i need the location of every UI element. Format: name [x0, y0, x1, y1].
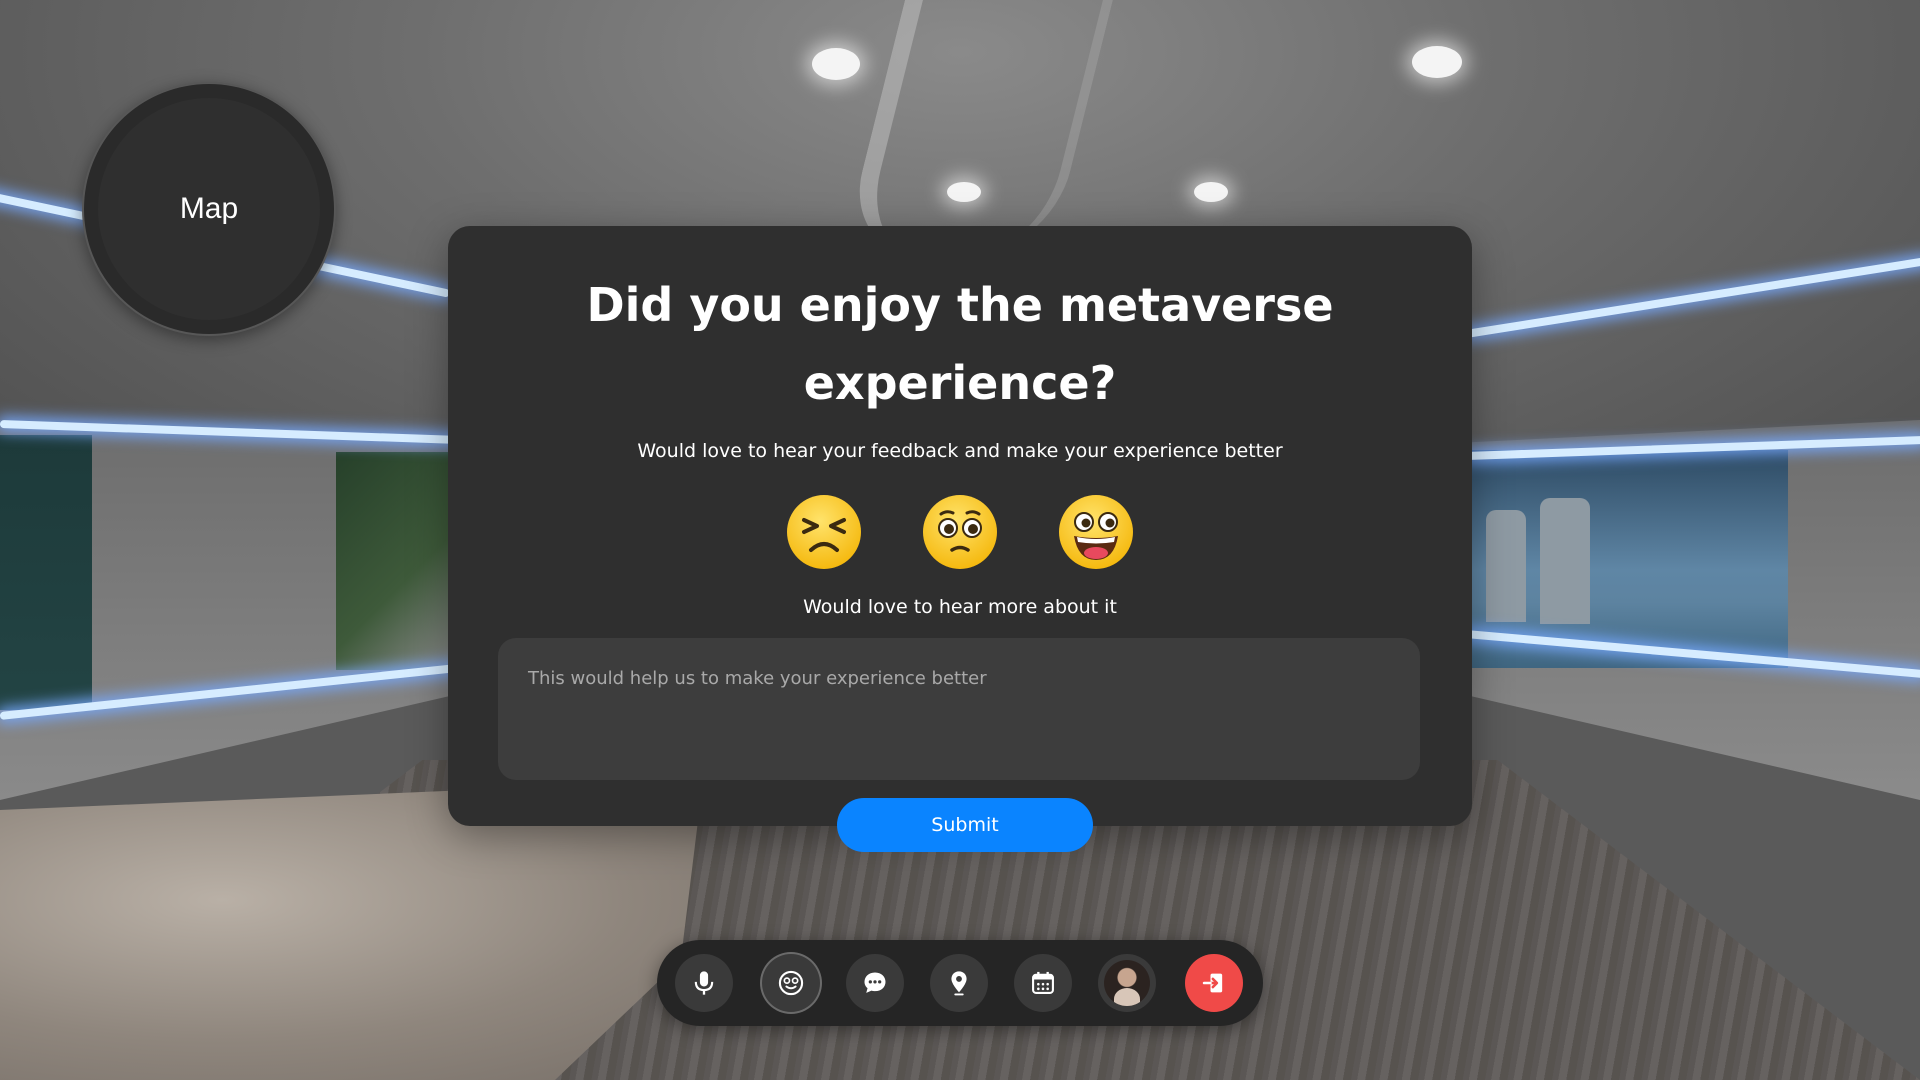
calendar-button[interactable]	[1014, 954, 1072, 1012]
bottom-toolbar	[657, 940, 1263, 1026]
feedback-textarea[interactable]	[498, 638, 1420, 780]
cooling-tower	[1540, 498, 1590, 624]
ceiling-lamp	[812, 48, 860, 80]
chat-button[interactable]	[846, 954, 904, 1012]
leave-button[interactable]	[1185, 954, 1243, 1012]
rating-pleading-face-icon[interactable]	[922, 494, 998, 570]
leave-icon	[1202, 973, 1223, 993]
feedback-title: Did you enjoy the metaverse experience?	[448, 266, 1472, 422]
more-feedback-prompt: Would love to hear more about it	[803, 596, 1117, 618]
map-label: Map	[179, 192, 239, 225]
emoji-reactions-button[interactable]	[762, 954, 820, 1012]
chat-bubble-icon	[864, 972, 886, 993]
map-button[interactable]: Map	[82, 82, 336, 336]
rating-tired-face-icon[interactable]	[786, 494, 862, 570]
location-button[interactable]	[930, 954, 988, 1012]
microphone-button[interactable]	[675, 954, 733, 1012]
rating-grinning-face-icon[interactable]	[1058, 494, 1134, 570]
profile-avatar-button[interactable]	[1098, 954, 1156, 1012]
wall-screen-left	[0, 435, 92, 710]
submit-button[interactable]: Submit	[837, 798, 1093, 852]
feedback-modal: Did you enjoy the metaverse experience? …	[448, 226, 1472, 826]
cooling-tower	[1486, 510, 1526, 622]
ceiling-lamp	[1194, 182, 1228, 202]
feedback-title-line-1: Did you enjoy the metaverse	[586, 278, 1334, 332]
feedback-subtitle: Would love to hear your feedback and mak…	[637, 440, 1283, 462]
calendar-icon	[1032, 971, 1054, 994]
wall-screen-left-2	[336, 452, 448, 670]
feedback-title-line-2: experience?	[803, 356, 1117, 410]
ceiling-lamp	[1412, 46, 1462, 78]
microphone-icon	[694, 971, 714, 995]
rating-options	[448, 494, 1472, 574]
ceiling-lamp	[947, 182, 981, 202]
avatar-icon	[1104, 960, 1150, 1006]
location-pin-icon	[951, 971, 967, 996]
emoji-reactions-icon	[778, 970, 804, 996]
